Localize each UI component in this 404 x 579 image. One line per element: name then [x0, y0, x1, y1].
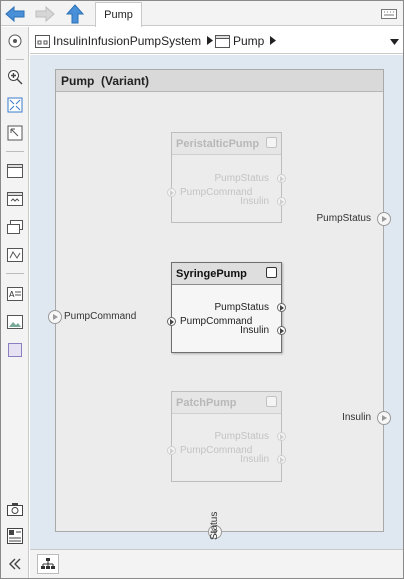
- external-port-label-status: Status: [209, 511, 220, 540]
- input-port[interactable]: [167, 317, 176, 326]
- subsystem-icon: [215, 34, 230, 48]
- breadcrumb-item-model[interactable]: InsulinInfusionPumpSystem: [35, 32, 214, 50]
- report-icon[interactable]: [6, 527, 24, 545]
- reference-component-icon[interactable]: [6, 190, 24, 208]
- status-bar: [30, 549, 403, 578]
- external-output-port[interactable]: [377, 212, 391, 226]
- tab-pump[interactable]: Pump: [95, 2, 142, 27]
- palette-divider: [6, 59, 24, 60]
- external-input-port[interactable]: [48, 310, 62, 324]
- port-label-insulin: Insulin: [240, 196, 269, 207]
- output-port[interactable]: [277, 303, 286, 312]
- external-output-port[interactable]: [377, 411, 391, 425]
- breadcrumb-label: Pump: [233, 34, 265, 48]
- area-icon[interactable]: [6, 341, 24, 359]
- image-icon[interactable]: [6, 313, 24, 331]
- input-port[interactable]: [167, 446, 176, 455]
- component-icon[interactable]: [6, 162, 24, 180]
- zoom-in-icon[interactable]: [6, 68, 24, 86]
- breadcrumb: InsulinInfusionPumpSystem Pump: [30, 27, 403, 54]
- block-peristaltic-pump[interactable]: PeristalticPump PumpStatus PumpCommand I…: [167, 132, 286, 223]
- output-port[interactable]: [277, 197, 286, 206]
- breadcrumb-label: InsulinInfusionPumpSystem: [53, 34, 202, 48]
- palette-divider: [6, 273, 24, 274]
- annotation-icon[interactable]: A: [6, 285, 24, 303]
- block-checkbox[interactable]: [266, 137, 277, 148]
- port-label-insulin: Insulin: [240, 325, 269, 336]
- port-label-pumpstatus: PumpStatus: [214, 173, 269, 184]
- palette-divider: [6, 151, 24, 152]
- zoom-normal-icon[interactable]: [6, 124, 24, 142]
- forward-arrow-icon[interactable]: [33, 3, 57, 25]
- collapse-icon[interactable]: [6, 555, 24, 573]
- block-checkbox[interactable]: [266, 267, 277, 278]
- port-label-pumpstatus: PumpStatus: [214, 431, 269, 442]
- block-patch-pump[interactable]: PatchPump PumpStatus PumpCommand Insulin: [167, 391, 286, 482]
- navigate-icon[interactable]: [6, 32, 24, 50]
- fit-to-view-icon[interactable]: [6, 96, 24, 114]
- block-checkbox[interactable]: [266, 396, 277, 407]
- output-port[interactable]: [277, 432, 286, 441]
- external-port-label-pumpstatus: PumpStatus: [316, 213, 371, 224]
- hierarchy-icon[interactable]: [37, 554, 59, 574]
- output-port[interactable]: [277, 455, 286, 464]
- variant-component-icon[interactable]: [6, 218, 24, 236]
- breadcrumb-arrow-icon: [207, 34, 214, 48]
- block-title: SyringePump: [172, 263, 281, 285]
- diagram-canvas[interactable]: Pump (Variant) PeristalticPump PumpStatu…: [30, 55, 403, 549]
- tool-palette: A: [1, 27, 29, 578]
- port-label-insulin: Insulin: [240, 454, 269, 465]
- adapter-icon[interactable]: [6, 246, 24, 264]
- port-label-pumpstatus: PumpStatus: [214, 302, 269, 313]
- model-icon: [35, 34, 50, 48]
- output-port[interactable]: [277, 326, 286, 335]
- variant-container[interactable]: Pump (Variant) PeristalticPump PumpStatu…: [48, 69, 391, 539]
- output-port[interactable]: [277, 174, 286, 183]
- block-syringe-pump[interactable]: SyringePump PumpStatus PumpCommand Insul…: [167, 262, 286, 353]
- keyboard-icon[interactable]: [381, 8, 397, 20]
- chevron-down-icon[interactable]: [390, 36, 399, 48]
- external-port-label-insulin: Insulin: [342, 412, 371, 423]
- variant-title: Pump (Variant): [56, 70, 383, 92]
- breadcrumb-arrow-icon: [270, 34, 277, 48]
- external-port-label-pumpcommand: PumpCommand: [64, 311, 137, 322]
- back-arrow-icon[interactable]: [3, 3, 27, 25]
- snapshot-icon[interactable]: [6, 500, 24, 518]
- top-toolbar: Pump: [1, 1, 403, 27]
- up-arrow-icon[interactable]: [63, 3, 87, 25]
- block-title: PeristalticPump: [172, 133, 281, 155]
- svg-text:A: A: [9, 290, 15, 299]
- breadcrumb-item-pump[interactable]: Pump: [215, 32, 277, 50]
- block-title: PatchPump: [172, 392, 281, 414]
- input-port[interactable]: [167, 188, 176, 197]
